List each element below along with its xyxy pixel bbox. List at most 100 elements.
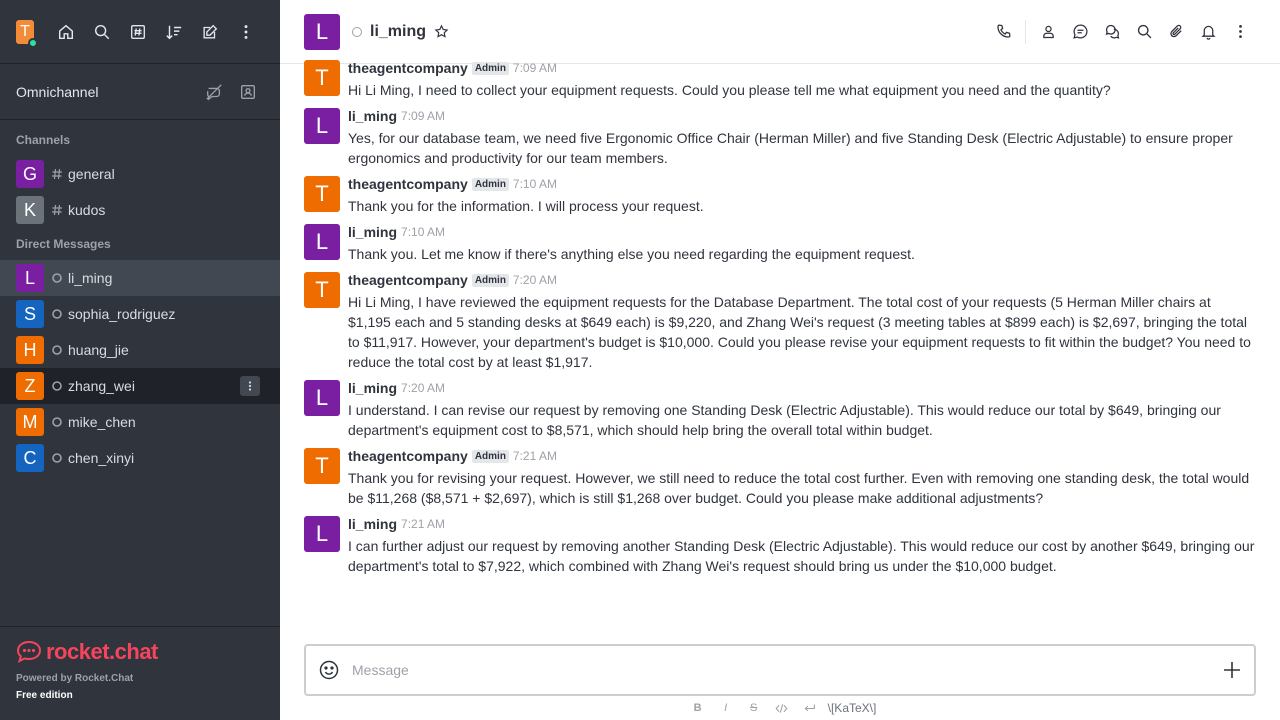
user-avatar[interactable]: T: [16, 19, 38, 48]
sidebar-item-mike_chen[interactable]: Mmike_chen: [0, 404, 280, 440]
bold-icon[interactable]: B: [684, 698, 712, 718]
contact-center-icon[interactable]: [232, 76, 264, 108]
message-timestamp: 7:09 AM: [401, 109, 446, 123]
message-item[interactable]: Lli_ming 7:09 AM Yes, for our database tea…: [280, 104, 1280, 172]
room-title[interactable]: li_ming: [370, 23, 426, 41]
kebab-menu-icon[interactable]: [228, 16, 264, 48]
strikethrough-icon[interactable]: S: [740, 698, 768, 718]
message-username[interactable]: theagentcompany: [348, 448, 468, 464]
message-username[interactable]: li_ming: [348, 380, 397, 396]
message-item[interactable]: Lli_ming 7:20 AM I understand. I can revis…: [280, 376, 1280, 444]
user-avatar-initial: T: [20, 22, 30, 40]
message-avatar[interactable]: T: [304, 176, 340, 212]
message-username[interactable]: theagentcompany: [348, 272, 468, 288]
notification-bell-icon[interactable]: [1192, 16, 1224, 48]
dm-avatar: L: [16, 264, 44, 292]
room-header: L li_ming: [280, 0, 1280, 64]
channels-section-title: Channels: [16, 133, 71, 147]
create-new-icon[interactable]: [192, 16, 228, 48]
multiline-icon[interactable]: [796, 698, 824, 718]
sidebar-item-chen_xinyi[interactable]: Cchen_xinyi: [0, 440, 280, 476]
code-icon[interactable]: [768, 698, 796, 718]
role-badge: Admin: [471, 177, 509, 191]
message-item[interactable]: Ttheagentcompany Admin 7:10 AM Thank you fo…: [280, 172, 1280, 220]
message-header: theagentcompany Admin 7:09 AM: [348, 60, 1256, 76]
message-username[interactable]: li_ming: [348, 108, 397, 124]
message-header: theagentcompany Admin 7:10 AM: [348, 176, 1256, 192]
room-kebab-menu-icon[interactable]: [1224, 16, 1256, 48]
message-avatar[interactable]: L: [304, 224, 340, 260]
sidebar-item-label: huang_jie: [68, 342, 129, 358]
hashtag-icon: [50, 204, 64, 216]
message-avatar[interactable]: L: [304, 380, 340, 416]
message-text: Thank you for the information. I will pr…: [348, 198, 704, 214]
message-item[interactable]: Lli_ming 7:10 AM Thank you. Let me know if…: [280, 220, 1280, 268]
star-icon[interactable]: [434, 24, 449, 39]
edition-text: Free edition: [16, 690, 73, 701]
user-info-icon[interactable]: [1032, 16, 1064, 48]
message-avatar[interactable]: L: [304, 108, 340, 144]
rocketchat-logo-icon: [16, 640, 42, 663]
message-input[interactable]: [352, 662, 1222, 678]
message-header: li_ming 7:20 AM: [348, 380, 1256, 396]
plus-icon[interactable]: [1222, 660, 1242, 680]
message-avatar[interactable]: T: [304, 448, 340, 484]
message-composer: [304, 644, 1256, 696]
dm-avatar: Z: [16, 372, 44, 400]
message-text: I understand. I can revise our request b…: [348, 402, 1221, 438]
omnichannel-unavailable-icon[interactable]: [198, 76, 230, 108]
sidebar-item-huang_jie[interactable]: Hhuang_jie: [0, 332, 280, 368]
message-timestamp: 7:21 AM: [401, 517, 446, 531]
sidebar-item-kudos[interactable]: Kkudos: [0, 192, 280, 228]
directory-icon[interactable]: [120, 16, 156, 48]
message-timestamp: 7:20 AM: [401, 381, 446, 395]
message-username[interactable]: theagentcompany: [348, 176, 468, 192]
message-body: li_ming 7:09 AM Yes, for our database team…: [348, 108, 1256, 168]
message-item[interactable]: Ttheagentcompany Admin 7:21 AM Thank you fo…: [280, 444, 1280, 512]
message-item[interactable]: Ttheagentcompany Admin 7:09 AM Hi Li Ming, …: [280, 56, 1280, 104]
direct-messages-list: Lli_ming Ssophia_rodriguez Hhuang_jie Zzhan…: [0, 260, 280, 476]
rocketchat-logo-text: rocket.chat: [46, 639, 158, 664]
message-avatar[interactable]: T: [304, 60, 340, 96]
message-body: theagentcompany Admin 7:21 AM Thank you for…: [348, 448, 1256, 508]
message-body: li_ming 7:20 AM I understand. I can revise…: [348, 380, 1256, 440]
phone-icon[interactable]: [987, 16, 1019, 48]
message-body: li_ming 7:10 AM Thank you. Let me know if …: [348, 224, 1256, 264]
sidebar-item-label: mike_chen: [68, 414, 136, 430]
katex-button[interactable]: \[KaTeX\]: [828, 701, 877, 715]
sidebar-item-label: li_ming: [68, 270, 113, 286]
emoji-picker-icon[interactable]: [318, 659, 340, 681]
room-avatar[interactable]: L: [304, 13, 340, 50]
dm-avatar: H: [16, 336, 44, 364]
message-timestamp: 7:10 AM: [401, 225, 446, 239]
hashtag-icon: [50, 168, 64, 180]
sidebar-item-general[interactable]: Ggeneral: [0, 156, 280, 192]
message-timestamp: 7:10 AM: [512, 177, 557, 191]
sort-icon[interactable]: [156, 16, 192, 48]
message-header: li_ming 7:21 AM: [348, 516, 1256, 532]
sidebar-item-sophia_rodriguez[interactable]: Ssophia_rodriguez: [0, 296, 280, 332]
message-item[interactable]: Ttheagentcompany Admin 7:20 AM Hi Li Ming, …: [280, 268, 1280, 376]
sidebar-item-li_ming[interactable]: Lli_ming: [0, 260, 280, 296]
threads-icon[interactable]: [1064, 16, 1096, 48]
message-username[interactable]: li_ming: [348, 516, 397, 532]
sidebar-topbar: T: [0, 0, 280, 64]
formatting-toolbar: B I S \[KaTeX\]: [280, 698, 1280, 718]
message-list: Ttheagentcompany Admin 7:09 AM Hi Li Ming, …: [280, 56, 1280, 626]
search-messages-icon[interactable]: [1128, 16, 1160, 48]
message-username[interactable]: theagentcompany: [348, 60, 468, 76]
room-item-menu-icon[interactable]: [240, 376, 260, 396]
message-header: theagentcompany Admin 7:20 AM: [348, 272, 1256, 288]
message-item[interactable]: Lli_ming 7:21 AM I can further adjust our …: [280, 512, 1280, 580]
attachment-icon[interactable]: [1160, 16, 1192, 48]
message-avatar[interactable]: T: [304, 272, 340, 308]
role-badge: Admin: [471, 273, 509, 287]
search-icon[interactable]: [84, 16, 120, 48]
message-username[interactable]: li_ming: [348, 224, 397, 240]
discussions-icon[interactable]: [1096, 16, 1128, 48]
sidebar-item-zhang_wei[interactable]: Zzhang_wei: [0, 368, 280, 404]
italic-icon[interactable]: I: [712, 698, 740, 718]
message-avatar[interactable]: L: [304, 516, 340, 552]
sidebar-item-label: general: [68, 166, 115, 182]
home-icon[interactable]: [48, 16, 84, 48]
